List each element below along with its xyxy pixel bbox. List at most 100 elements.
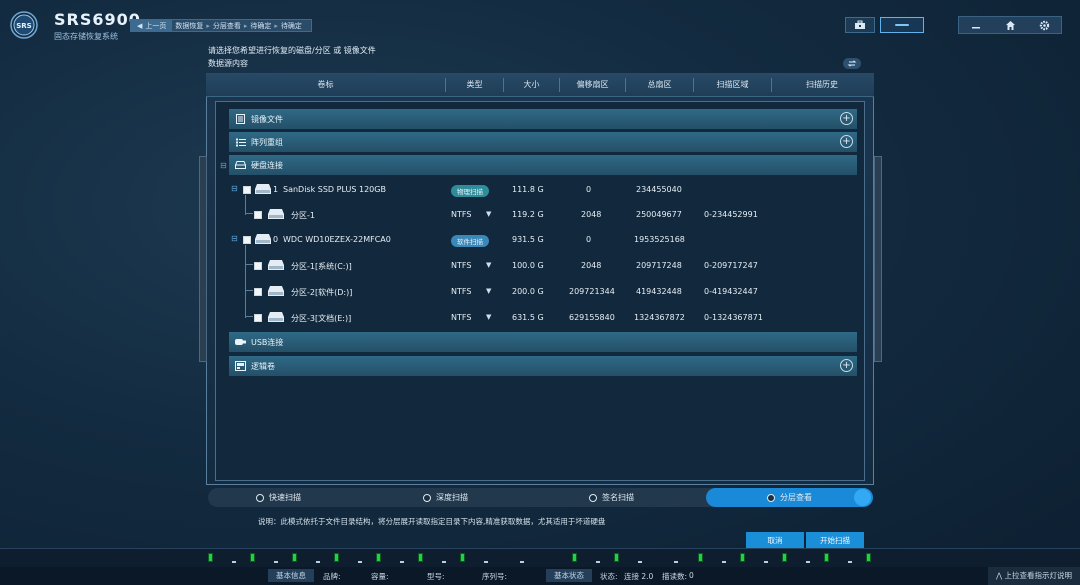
active-view-button[interactable]	[880, 17, 924, 33]
partition-scan-range[interactable]: 0-234452991	[704, 210, 758, 219]
disk-total: 234455040	[636, 185, 682, 194]
model-label: 型号:	[427, 572, 445, 581]
collapse-icon[interactable]: ⊟	[220, 161, 227, 170]
deep-scan-option[interactable]: 深度扫描	[423, 488, 468, 507]
partition-size: 631.5 G	[512, 313, 544, 322]
app-logo: SRS	[6, 10, 46, 40]
tree-branch	[245, 208, 253, 214]
software-scan-badge: 软件扫描	[451, 235, 489, 247]
layered-view-option[interactable]: 分层查看	[706, 488, 873, 507]
caret-down-icon[interactable]: ▼	[486, 313, 491, 321]
logo-text: SRS	[16, 22, 31, 30]
partition-scan-range[interactable]: 0-209717247	[704, 261, 758, 270]
group-image-files[interactable]: 镜像文件 +	[229, 109, 857, 129]
hard-disk-icon	[268, 260, 284, 270]
partition-total: 250049677	[636, 210, 682, 219]
partition-checkbox[interactable]	[254, 288, 262, 296]
hard-disk-icon	[255, 234, 271, 244]
group-array-reorg[interactable]: 阵列重组 +	[229, 132, 857, 152]
breadcrumb-item[interactable]: 分层查看	[210, 21, 244, 31]
led-tick	[400, 561, 404, 563]
partition-row[interactable]: 分区-2[软件(D:)] NTFS ▼ 200.0 G 209721344 41…	[229, 280, 857, 305]
group-usb-connect[interactable]: USB连接	[229, 332, 857, 352]
refresh-button[interactable]	[843, 58, 861, 69]
disk-row[interactable]: ⊟ 0 WDC WD10EZEX-22MFCA0 软件扫描 931.5 G 0 …	[229, 228, 857, 253]
minimize-button[interactable]	[967, 18, 985, 32]
partition-row[interactable]: 分区-1[系统(C:)] NTFS ▼ 100.0 G 2048 2097172…	[229, 254, 857, 279]
plus-circle-icon[interactable]: +	[840, 359, 853, 372]
collapse-icon[interactable]: ⊟	[231, 184, 238, 193]
disk-checkbox[interactable]	[243, 186, 251, 194]
signature-scan-option[interactable]: 签名扫描	[589, 488, 634, 507]
hard-disk-icon	[268, 286, 284, 296]
partition-total: 419432448	[636, 287, 682, 296]
status-bar: 基本信息 品牌: 容量: 型号: 序列号: 基本状态 状态: 连接 2.0 描读…	[0, 567, 1080, 585]
partition-scan-range[interactable]: 0-419432447	[704, 287, 758, 296]
led-help-link[interactable]: ⋀ 上拉查看指示灯说明	[987, 567, 1080, 585]
led-indicator	[740, 553, 745, 562]
toolbox-icon	[855, 20, 865, 29]
toggle-knob	[854, 489, 871, 506]
settings-button[interactable]	[1035, 18, 1053, 32]
partition-checkbox[interactable]	[254, 314, 262, 322]
group-label: 硬盘连接	[251, 160, 283, 170]
radio-selected-icon	[767, 493, 775, 502]
toolbox-button[interactable]	[845, 17, 875, 33]
partition-row[interactable]: 分区-1 NTFS ▼ 119.2 G 2048 250049677 0-234…	[229, 203, 857, 228]
led-indicator	[376, 553, 381, 562]
disk-name: SanDisk SSD PLUS 120GB	[283, 185, 386, 194]
caret-down-icon[interactable]: ▼	[486, 210, 491, 218]
partition-scan-range[interactable]: 0-1324367871	[704, 313, 763, 322]
led-tick	[638, 561, 642, 563]
partition-total: 1324367872	[634, 313, 685, 322]
back-button[interactable]: ◀ 上一页	[131, 20, 173, 31]
plus-circle-icon[interactable]: +	[840, 135, 853, 148]
hard-disk-icon	[235, 160, 246, 170]
capacity-label: 容量:	[371, 572, 389, 581]
led-tick	[484, 561, 488, 563]
partition-checkbox[interactable]	[254, 211, 262, 219]
list-icon	[235, 137, 246, 147]
disk-offset: 0	[586, 235, 592, 244]
right-scroll-strip[interactable]	[874, 156, 882, 362]
document-icon	[235, 114, 246, 124]
tab-basic-info[interactable]: 基本信息	[268, 569, 314, 582]
caret-down-icon[interactable]: ▼	[486, 287, 491, 295]
caret-down-icon[interactable]: ▼	[486, 261, 491, 269]
led-tick	[316, 561, 320, 563]
help-link-label: 上拉查看指示灯说明	[1004, 571, 1073, 580]
breadcrumb-item[interactable]: 数据恢复	[172, 21, 206, 31]
tree-branch	[245, 285, 253, 291]
led-indicator	[460, 553, 465, 562]
led-tick	[358, 561, 362, 563]
disk-checkbox[interactable]	[243, 236, 251, 244]
quick-scan-option[interactable]: 快速扫描	[256, 488, 301, 507]
refresh-icon	[847, 60, 857, 67]
volume-icon	[235, 361, 246, 371]
led-tick	[232, 561, 236, 563]
breadcrumb-item[interactable]: 待确定	[278, 21, 305, 31]
start-scan-button[interactable]: 开始扫描	[806, 532, 864, 548]
disk-index: 0	[273, 235, 279, 244]
led-tick	[674, 561, 678, 563]
breadcrumb-item[interactable]: 待确定	[247, 21, 274, 31]
partition-type: NTFS	[451, 261, 472, 270]
partition-checkbox[interactable]	[254, 262, 262, 270]
group-disk-connect[interactable]: 硬盘连接	[229, 155, 857, 175]
collapse-icon[interactable]: ⊟	[231, 234, 238, 243]
disk-row[interactable]: ⊟ 1 SanDisk SSD PLUS 120GB 物理扫描 111.8 G …	[229, 178, 857, 203]
led-indicator	[614, 553, 619, 562]
radio-icon	[256, 493, 264, 502]
partition-row[interactable]: 分区-3[文档(E:)] NTFS ▼ 631.5 G 629155840 13…	[229, 306, 857, 331]
radio-icon	[589, 493, 597, 502]
disk-size: 111.8 G	[512, 185, 544, 194]
tab-basic-status[interactable]: 基本状态	[546, 569, 592, 582]
serial-label: 序列号:	[482, 572, 508, 581]
home-button[interactable]	[1001, 18, 1019, 32]
cancel-button[interactable]: 取消	[746, 532, 804, 548]
plus-circle-icon[interactable]: +	[840, 112, 853, 125]
partition-label: 分区-2[软件(D:)]	[291, 288, 353, 297]
group-logical-volume[interactable]: 逻辑卷 +	[229, 356, 857, 376]
partition-size: 100.0 G	[512, 261, 544, 270]
disk-index: 1	[273, 185, 279, 194]
